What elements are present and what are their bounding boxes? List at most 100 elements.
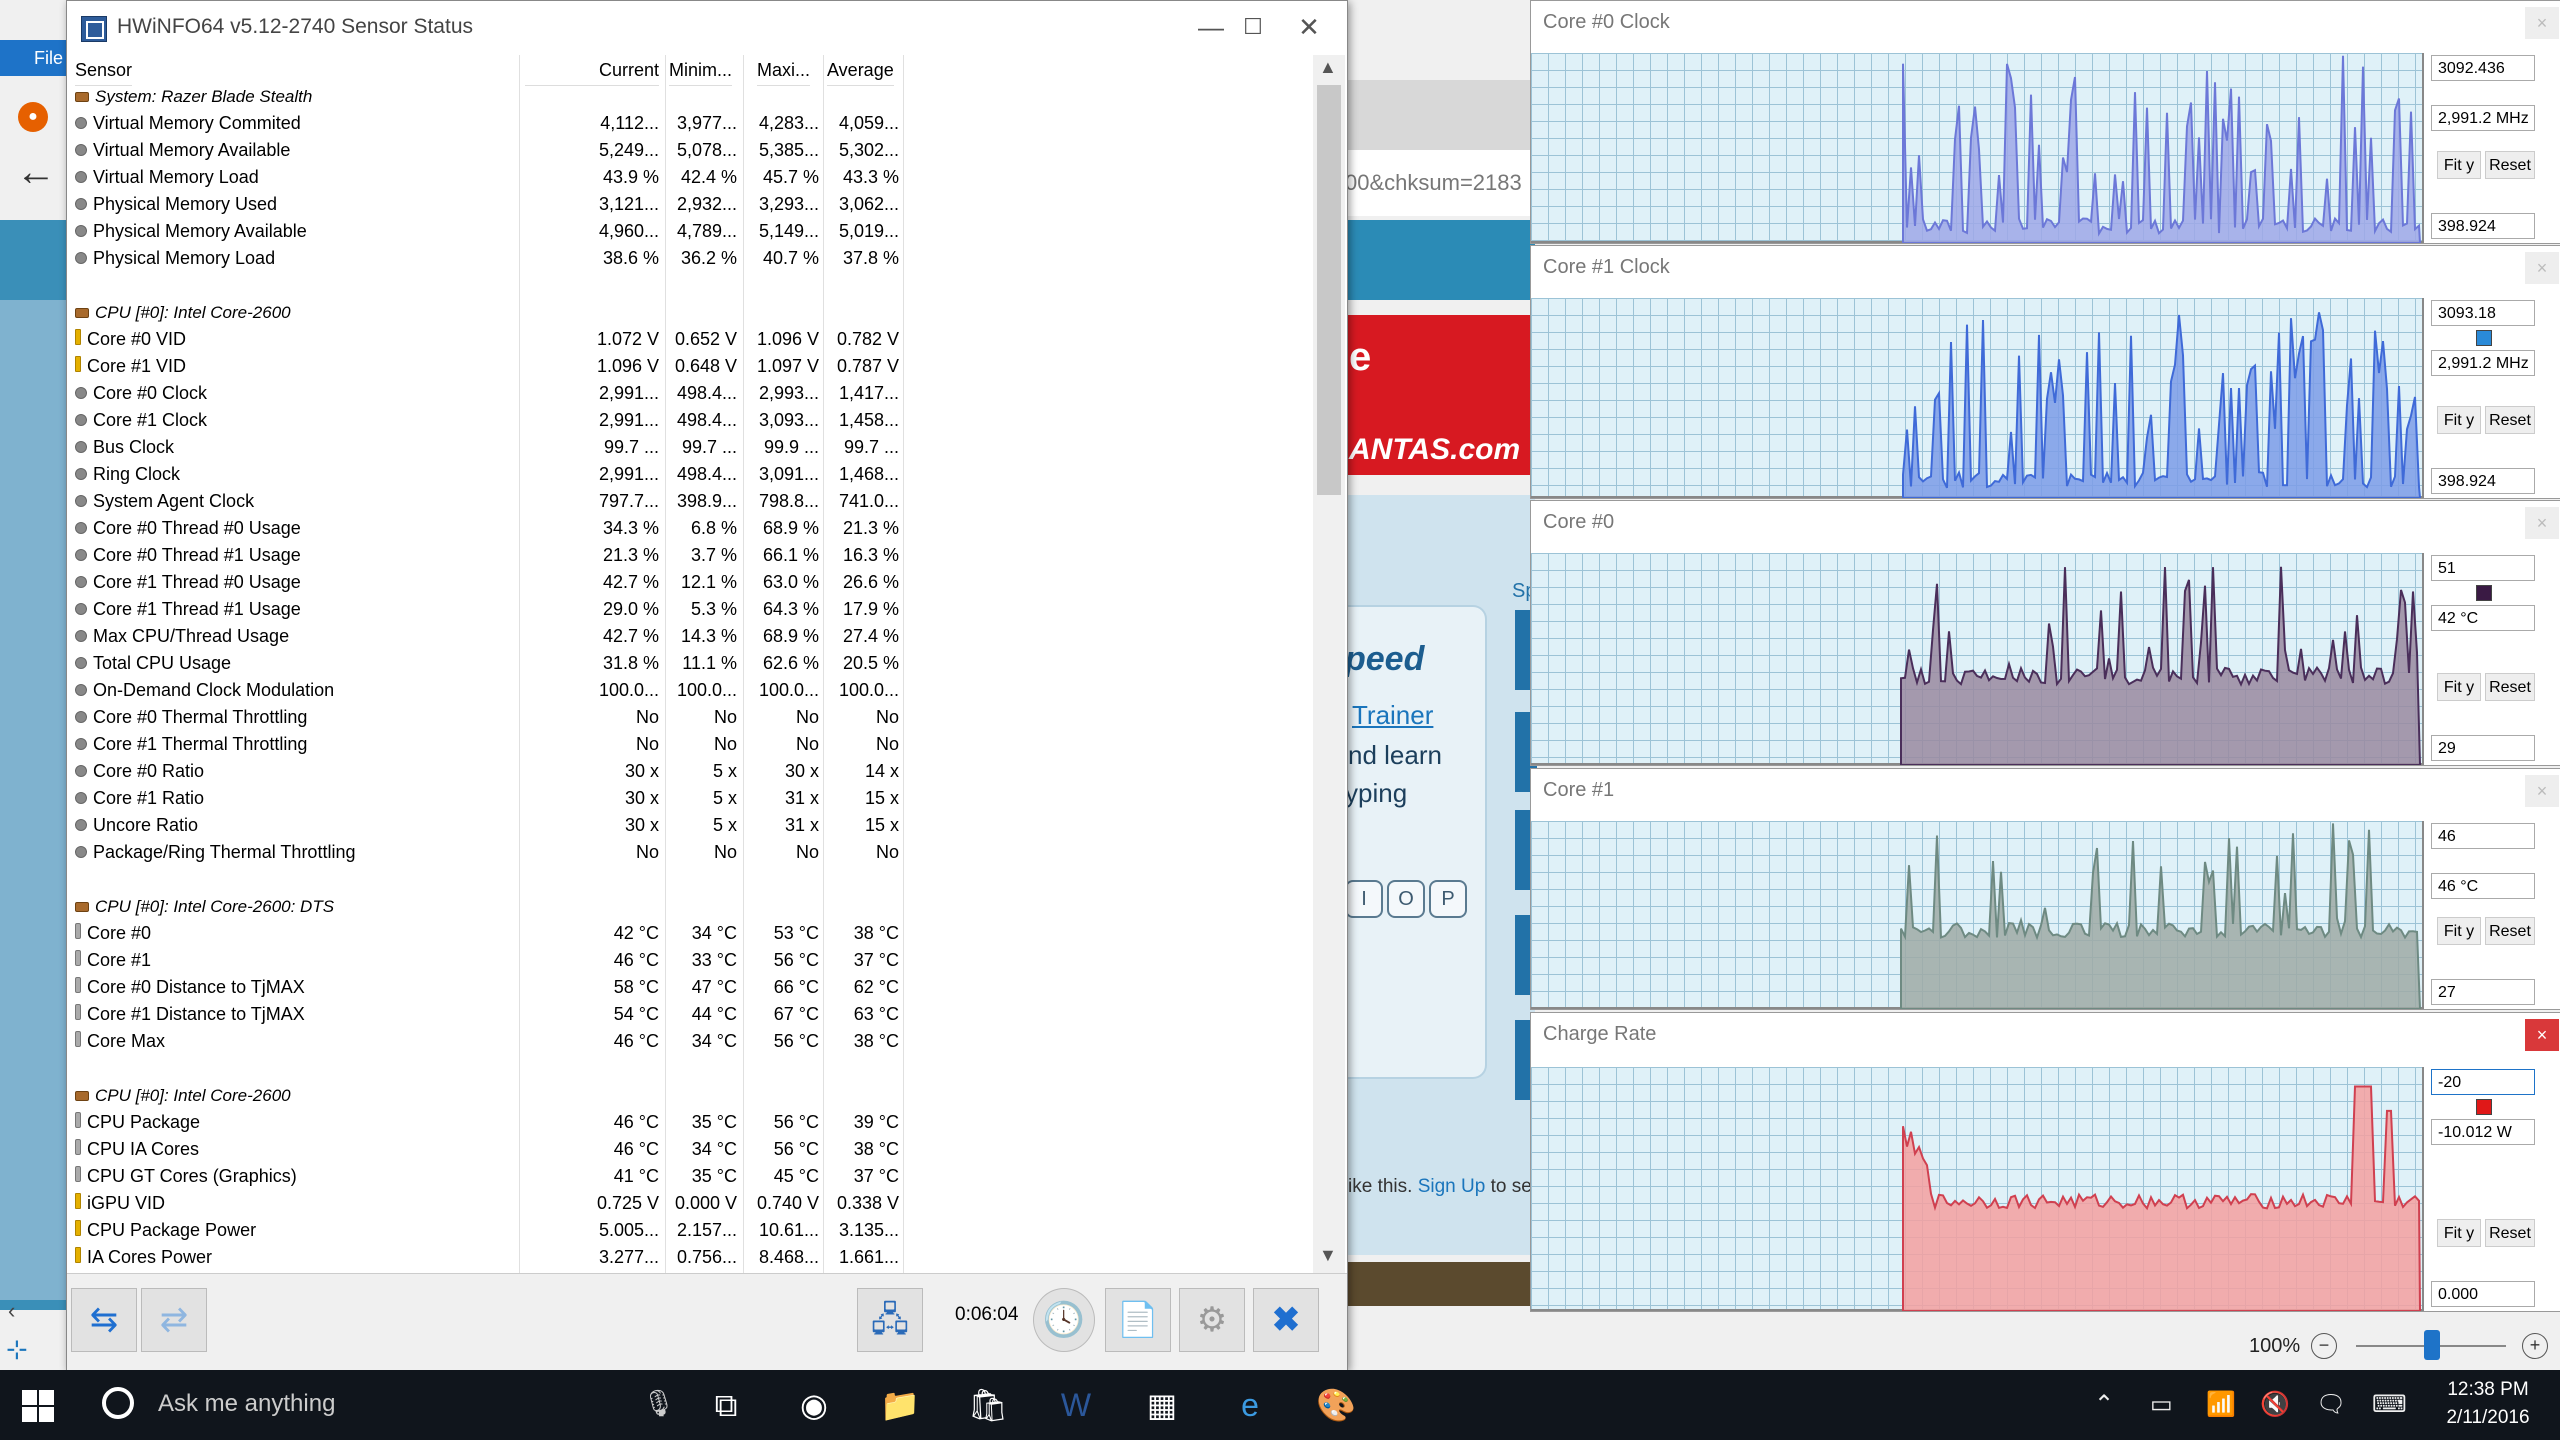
clock-icon[interactable]: 🕓 <box>1033 1288 1095 1352</box>
add-report-icon[interactable]: 📄 <box>1105 1288 1171 1352</box>
action-center-icon[interactable]: 🗨 <box>2316 1390 2346 1419</box>
zoom-slider-thumb[interactable] <box>2424 1330 2440 1360</box>
fit-y-button[interactable]: Fit y <box>2437 151 2481 179</box>
sensor-row[interactable]: Core #1 46 °C 33 °C 56 °C 37 °C <box>67 947 1317 974</box>
scroll-up-icon[interactable]: ▲ <box>1319 57 1337 78</box>
table-scrollbar[interactable]: ▲ ▼ <box>1313 55 1345 1273</box>
sensor-group-header[interactable]: System: Razer Blade Stealth <box>67 83 1317 110</box>
graph-plot-area[interactable] <box>1531 298 2424 498</box>
hwinfo-taskbar-icon[interactable]: ▦ <box>1138 1382 1186 1428</box>
graph-window[interactable]: Core #1 Clock × 3093.18 2,991.2 MHz Fit y Res… <box>1530 245 2560 499</box>
column-header-minimum[interactable]: Minim... <box>669 55 732 86</box>
task-view-icon[interactable]: ⧉ <box>702 1382 750 1428</box>
reset-button[interactable]: Reset <box>2485 673 2535 701</box>
scrollbar-thumb[interactable] <box>1317 85 1341 495</box>
sensor-row[interactable]: Core #0 42 °C 34 °C 53 °C 38 °C <box>67 920 1317 947</box>
start-button[interactable] <box>22 1390 54 1422</box>
sensor-row[interactable]: IA Cores Power 3.277... 0.756... 8.468... 1.… <box>67 1244 1317 1271</box>
fit-y-button[interactable]: Fit y <box>2437 406 2481 434</box>
close-x-icon[interactable]: ✖ <box>1253 1288 1319 1352</box>
sensor-row[interactable]: Virtual Memory Commited 4,112... 3,977... 4… <box>67 110 1317 137</box>
column-header-sensor[interactable]: Sensor <box>75 55 133 86</box>
graph-close-icon[interactable]: × <box>2525 252 2559 284</box>
sensor-row[interactable]: Total CPU Usage 31.8 % 11.1 % 62.6 % 20.5 % <box>67 650 1317 677</box>
sensor-row[interactable]: Core Max 46 °C 34 °C 56 °C 38 °C <box>67 1028 1317 1055</box>
sensor-row[interactable]: Physical Memory Load 38.6 % 36.2 % 40.7 % 37… <box>67 245 1317 272</box>
file-explorer-icon[interactable]: 📁 <box>876 1382 924 1428</box>
chrome-icon[interactable]: ◉ <box>790 1382 838 1428</box>
sensor-row[interactable]: Core #0 Thread #0 Usage 34.3 % 6.8 % 68.9 %… <box>67 515 1317 542</box>
cortana-icon[interactable] <box>102 1387 134 1419</box>
edge-icon[interactable]: e <box>1226 1382 1274 1428</box>
sensor-row[interactable]: Core #1 Clock 2,991... 498.4... 3,093... 1,4… <box>67 407 1317 434</box>
maximize-button[interactable]: ☐ <box>1223 9 1283 45</box>
cortana-search-box[interactable]: Ask me anything 🎙 <box>94 1370 684 1440</box>
sensor-row[interactable]: Core #1 VID 1.096 V 0.648 V 1.097 V 0.787 V <box>67 353 1317 380</box>
graph-close-icon[interactable]: × <box>2525 507 2559 539</box>
sensor-row[interactable]: Package/Ring Thermal Throttling No No No No <box>67 839 1317 866</box>
graph-plot-area[interactable] <box>1531 53 2424 243</box>
trainer-link[interactable]: Trainer <box>1352 700 1433 731</box>
graph-min-input[interactable]: 0.000 <box>2431 1281 2535 1307</box>
sensor-row[interactable]: Physical Memory Used 3,121... 2,932... 3,29… <box>67 191 1317 218</box>
zoom-out-button[interactable]: − <box>2311 1333 2337 1359</box>
reset-button[interactable]: Reset <box>2485 917 2535 945</box>
wifi-icon[interactable]: 📶 <box>2206 1390 2236 1419</box>
volume-muted-icon[interactable]: 🔇 <box>2260 1390 2290 1419</box>
close-button[interactable]: ✕ <box>1279 9 1339 45</box>
network-icon[interactable]: 🖧 <box>857 1288 923 1352</box>
fit-y-button[interactable]: Fit y <box>2437 673 2481 701</box>
sensor-group-header[interactable]: CPU [#0]: Intel Core-2600 <box>67 1082 1317 1109</box>
show-hidden-icons-chevron-icon[interactable]: ⌃ <box>2094 1390 2114 1419</box>
reset-button[interactable]: Reset <box>2485 1219 2535 1247</box>
sensor-row[interactable]: CPU IA Cores 46 °C 34 °C 56 °C 38 °C <box>67 1136 1317 1163</box>
graph-window[interactable]: Core #0 × 51 42 °C Fit y Reset 29 <box>1530 500 2560 766</box>
title-bar[interactable]: HWiNFO64 v5.12-2740 Sensor Status — ☐ ✕ <box>67 1 1347 55</box>
column-header-current[interactable]: Current <box>525 55 659 86</box>
sensor-row[interactable]: CPU GT Cores (Graphics) 41 °C 35 °C 45 °C 37… <box>67 1163 1317 1190</box>
graph-close-icon[interactable]: × <box>2525 1019 2559 1051</box>
column-header-average[interactable]: Average <box>827 55 894 86</box>
system-clock[interactable]: 12:38 PM 2/11/2016 <box>2428 1376 2548 1432</box>
sensor-row[interactable]: Core #1 Thread #0 Usage 42.7 % 12.1 % 63.0 … <box>67 569 1317 596</box>
sensor-group-header[interactable]: CPU [#0]: Intel Core-2600 <box>67 299 1317 326</box>
graph-min-input[interactable]: 29 <box>2431 735 2535 761</box>
sensor-row[interactable]: Virtual Memory Available 5,249... 5,078...… <box>67 137 1317 164</box>
back-arrow-icon[interactable]: ← <box>16 150 56 195</box>
sensor-row[interactable]: Core #0 Distance to TjMAX 58 °C 47 °C 66 °C… <box>67 974 1317 1001</box>
zoom-in-button[interactable]: + <box>2522 1333 2548 1359</box>
expand-arrows-button[interactable]: ⇆ <box>71 1288 137 1352</box>
address-bar[interactable]: 00&chksum=2183 <box>1345 150 1535 216</box>
scroll-left-icon[interactable]: ‹ <box>8 1298 15 1324</box>
graph-plot-area[interactable] <box>1531 821 2424 1009</box>
sensor-row[interactable]: Bus Clock 99.7 ... 99.7 ... 99.9 ... 99.7 ..… <box>67 434 1317 461</box>
graph-window[interactable]: Core #0 Clock × 3092.436 2,991.2 MHz Fit y Re… <box>1530 0 2560 244</box>
add-icon[interactable]: ⊹ <box>6 1334 28 1365</box>
sensor-row[interactable]: Core #1 Distance to TjMAX 54 °C 44 °C 67 °C… <box>67 1001 1317 1028</box>
sensor-row[interactable]: Physical Memory Available 4,960... 4,789..… <box>67 218 1317 245</box>
reset-button[interactable]: Reset <box>2485 406 2535 434</box>
graph-max-input[interactable]: -20 <box>2431 1069 2535 1095</box>
graph-color-swatch[interactable] <box>2476 330 2492 346</box>
graph-max-input[interactable]: 51 <box>2431 555 2535 581</box>
microphone-icon[interactable]: 🎙 <box>642 1388 675 1419</box>
sensor-row[interactable]: iGPU VID 0.725 V 0.000 V 0.740 V 0.338 V <box>67 1190 1317 1217</box>
graph-window[interactable]: Charge Rate × -20 -10.012 W Fit y Reset 0.000 <box>1530 1012 2560 1312</box>
sensor-row[interactable]: System Agent Clock 797.7... 398.9... 798.8.… <box>67 488 1317 515</box>
keyboard-icon[interactable]: ⌨ <box>2372 1390 2407 1419</box>
signup-link[interactable]: Sign Up <box>1418 1176 1486 1197</box>
sensor-group-header[interactable]: CPU [#0]: Intel Core-2600: DTS <box>67 893 1317 920</box>
sensor-row[interactable]: Ring Clock 2,991... 498.4... 3,091... 1,468.… <box>67 461 1317 488</box>
scroll-down-icon[interactable]: ▼ <box>1319 1245 1337 1266</box>
sensor-row[interactable]: CPU Package Power 5.005... 2.157... 10.61..… <box>67 1217 1317 1244</box>
sensor-row[interactable]: Core #0 Thread #1 Usage 21.3 % 3.7 % 66.1 %… <box>67 542 1317 569</box>
sensor-row[interactable]: Core #1 Thread #1 Usage 29.0 % 5.3 % 64.3 %… <box>67 596 1317 623</box>
graph-min-input[interactable]: 27 <box>2431 979 2535 1005</box>
graph-max-input[interactable]: 3092.436 <box>2431 55 2535 81</box>
sensor-row[interactable]: CPU Package 46 °C 35 °C 56 °C 39 °C <box>67 1109 1317 1136</box>
graph-close-icon[interactable]: × <box>2525 7 2559 39</box>
sensor-row[interactable]: Virtual Memory Load 43.9 % 42.4 % 45.7 % 43.… <box>67 164 1317 191</box>
file-menu[interactable]: File <box>0 40 70 76</box>
fit-y-button[interactable]: Fit y <box>2437 1219 2481 1247</box>
battery-icon[interactable]: ▭ <box>2150 1390 2173 1419</box>
